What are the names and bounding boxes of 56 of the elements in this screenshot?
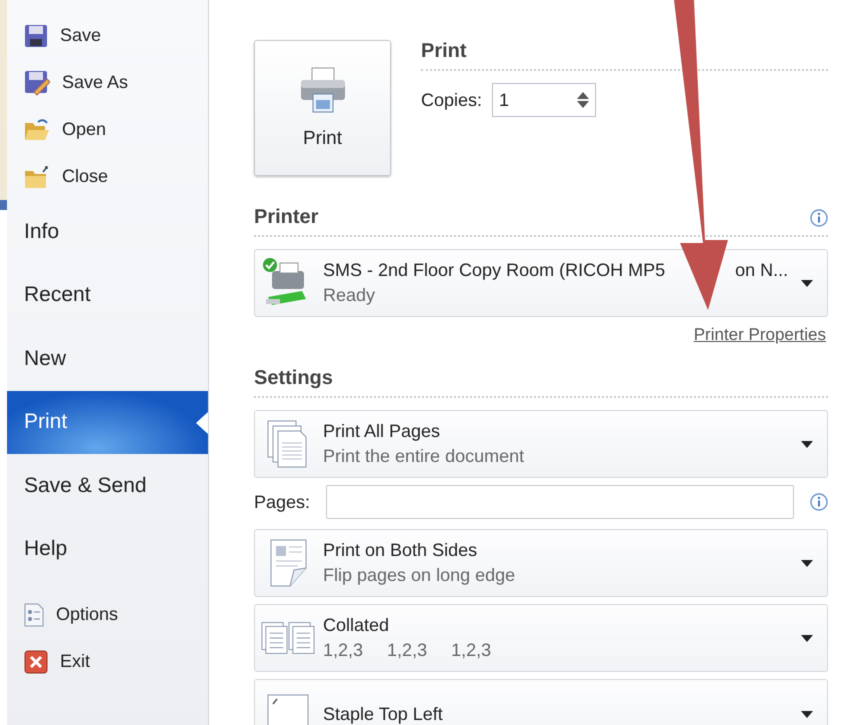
collation-order: 1,2,3 — [451, 640, 492, 661]
menu-item[interactable]: Save — [7, 12, 208, 59]
printer-properties-link[interactable]: Printer Properties — [694, 325, 826, 345]
option-title: Collated — [323, 615, 390, 636]
copies-spinner[interactable]: 1 — [492, 83, 596, 117]
stapled-page-icon — [267, 694, 309, 725]
menu-tab[interactable]: Info — [7, 200, 208, 264]
pages-field[interactable] — [326, 485, 794, 519]
dropdown-caret-icon — [801, 560, 813, 566]
option-title: Staple Top Left — [323, 704, 444, 724]
menu-tab[interactable]: New — [7, 327, 208, 390]
settings-dropdown[interactable]: Collated 1,2,3 1,2,3 1,2,3 — [254, 604, 828, 672]
dropdown-caret-icon — [801, 440, 813, 448]
menu-item[interactable]: Close — [7, 153, 208, 200]
collated-pages-icon — [261, 621, 315, 655]
options-document-icon — [24, 602, 44, 626]
menu-tab[interactable]: Save & Send — [7, 454, 208, 518]
section-heading: Printer — [254, 206, 318, 229]
menu-item[interactable]: Save As — [7, 59, 208, 106]
option-description: Print the entire document — [323, 446, 526, 467]
up-arrow-icon[interactable] — [577, 92, 590, 99]
option-title: Print on Both Sides — [323, 540, 478, 561]
open-folder-icon — [24, 118, 50, 142]
duplex-page-icon — [268, 538, 308, 588]
menu-item[interactable]: Exit — [7, 638, 208, 685]
settings-dropdown[interactable]: Staple Top Left — [254, 679, 828, 725]
folder-icon — [24, 164, 50, 188]
collation-order: 1,2,3 — [323, 640, 364, 661]
print-button[interactable]: Print — [254, 40, 391, 176]
printer-name: SMS - 2nd Floor Copy Room (RICOH MP5 — [323, 260, 666, 281]
printer-dropdown[interactable]: SMS - 2nd Floor Copy Room (RICOH MP5 on N... Ready — [254, 249, 828, 317]
exit-icon — [24, 650, 48, 674]
menu-tab[interactable]: Recent — [7, 264, 208, 327]
menu-tab[interactable]: Print — [7, 390, 208, 454]
printer-icon — [298, 66, 346, 114]
settings-dropdown[interactable]: Print on Both Sides Flip pages on long edge — [254, 529, 828, 597]
option-title: Print All Pages — [323, 421, 442, 442]
down-arrow-icon[interactable] — [577, 101, 590, 108]
option-description: Flip pages on long edge — [323, 565, 516, 586]
section-heading: Print — [421, 40, 468, 63]
section-heading: Settings — [254, 367, 333, 390]
dropdown-caret-icon — [801, 710, 813, 718]
info-icon[interactable] — [810, 493, 828, 511]
dropdown-caret-icon — [801, 280, 813, 286]
menu-item[interactable]: Open — [7, 106, 208, 153]
menu-item[interactable]: Options — [7, 591, 208, 638]
info-icon[interactable] — [810, 208, 828, 226]
field-label: Pages: — [254, 492, 310, 512]
printer-name-end: on N... — [735, 260, 788, 281]
field-label: Copies: — [421, 90, 482, 110]
printer-status: Ready — [323, 285, 376, 306]
dropdown-caret-icon — [801, 634, 813, 642]
settings-dropdown[interactable]: Print All Pages Print the entire document — [254, 410, 828, 478]
collation-order: 1,2,3 — [387, 640, 428, 661]
menu-tab[interactable]: Help — [7, 518, 208, 581]
floppy-pencil-icon — [24, 70, 50, 96]
